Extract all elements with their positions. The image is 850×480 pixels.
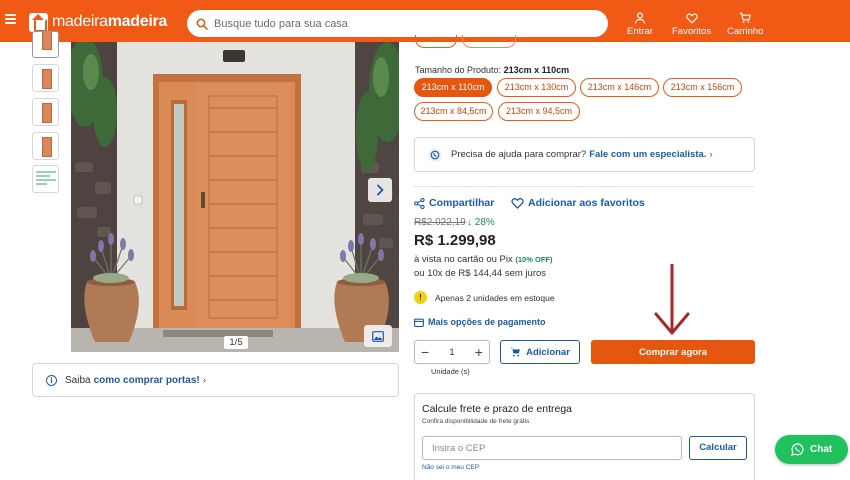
thumbnail[interactable] xyxy=(32,98,59,126)
site-logo[interactable]: madeiramadeira xyxy=(29,11,167,33)
chat-button[interactable]: Chat xyxy=(775,435,848,464)
how-to-buy-link[interactable]: como comprar portas! xyxy=(94,375,200,386)
chevron-right-icon: › xyxy=(202,374,207,386)
how-to-buy-banner[interactable]: i Saiba como comprar portas! › xyxy=(32,363,399,397)
thumbnail-spec-sheet[interactable] xyxy=(32,165,59,193)
login-button[interactable]: Entrar xyxy=(627,12,653,37)
variant-chip[interactable] xyxy=(415,35,457,48)
size-option[interactable]: 213cm x 94,5cm xyxy=(498,102,580,121)
unknown-cep-link[interactable]: Não sei o meu CEP xyxy=(422,464,479,471)
menu-icon[interactable] xyxy=(5,14,16,24)
image-counter: 1/5 xyxy=(224,336,248,349)
cash-payment-text: à vista no cartão ou Pix (10% OFF) xyxy=(414,254,553,265)
quantity-stepper[interactable]: − 1 + xyxy=(414,340,490,364)
increase-quantity-button[interactable]: + xyxy=(475,345,483,359)
arrow-down-icon: ↓ xyxy=(467,217,472,228)
installments-text: ou 10x de R$ 144,44 sem juros xyxy=(414,268,547,279)
size-option[interactable]: 213cm x 84,5cm xyxy=(414,102,493,121)
thumbnail[interactable] xyxy=(32,64,59,92)
cep-input[interactable] xyxy=(422,436,682,460)
decrease-quantity-button[interactable]: − xyxy=(421,345,429,359)
quantity-unit-label: Unidade (s) xyxy=(431,367,470,376)
size-option[interactable]: 213cm x 146cm xyxy=(580,78,659,97)
variant-chip[interactable] xyxy=(462,35,516,48)
cash-discount: (10% OFF) xyxy=(515,255,553,264)
old-price: R$2.022,19 xyxy=(414,217,466,228)
logo-house-icon xyxy=(29,12,48,32)
zoom-image-button[interactable] xyxy=(364,325,392,347)
calculate-button[interactable]: Calcular xyxy=(689,436,747,460)
share-icon xyxy=(414,197,425,209)
size-option[interactable]: 213cm x 130cm xyxy=(497,78,576,97)
discount-badge: ↓ 28% xyxy=(467,217,495,228)
favorites-button[interactable]: Favoritos xyxy=(672,12,711,37)
payment-options-link[interactable]: Mais opções de pagamento xyxy=(414,317,546,327)
shipping-calculator: Calcule frete e prazo de entrega Confira… xyxy=(414,393,755,480)
user-icon xyxy=(634,12,646,24)
specialist-link[interactable]: Fale com um especialista. xyxy=(589,149,706,160)
share-button[interactable]: Compartilhar xyxy=(414,197,494,209)
quantity-value: 1 xyxy=(449,346,455,358)
size-option[interactable]: 213cm x 110cm xyxy=(414,78,492,97)
divider xyxy=(414,186,755,187)
whatsapp-icon xyxy=(791,443,804,456)
info-icon: i xyxy=(46,374,57,386)
next-image-button[interactable] xyxy=(368,178,392,202)
current-price: R$ 1.299,98 xyxy=(414,232,496,249)
whatsapp-icon xyxy=(428,147,442,162)
size-label: Tamanho do Produto: 213cm x 110cm xyxy=(415,65,570,75)
heart-icon xyxy=(685,13,698,24)
search-icon xyxy=(196,18,208,30)
cart-icon xyxy=(510,347,520,357)
cart-icon xyxy=(740,12,752,23)
add-favorite-button[interactable]: Adicionar aos favoritos xyxy=(511,197,645,209)
thumbnail[interactable] xyxy=(32,132,59,160)
heart-icon xyxy=(511,198,524,209)
search-bar[interactable] xyxy=(187,10,608,37)
buy-now-button[interactable]: Comprar agora xyxy=(591,340,755,364)
thumbnail[interactable] xyxy=(32,31,59,58)
product-image[interactable] xyxy=(71,42,399,352)
image-icon xyxy=(372,330,384,342)
door-photo xyxy=(71,42,399,352)
chevron-right-icon xyxy=(377,184,384,196)
warning-icon: ! xyxy=(414,291,427,304)
chevron-right-icon: › xyxy=(709,149,713,160)
shipping-title: Calcule frete e prazo de entrega xyxy=(422,403,573,415)
annotation-arrow-down xyxy=(654,264,690,335)
add-to-cart-button[interactable]: Adicionar xyxy=(500,340,580,364)
search-input[interactable] xyxy=(214,17,594,30)
help-banner[interactable]: Precisa de ajuda para comprar? Fale com … xyxy=(414,137,755,172)
cart-button[interactable]: Carrinho xyxy=(727,12,763,37)
size-option[interactable]: 213cm x 156cm xyxy=(663,78,742,97)
shipping-subtitle: Confira disponibilidade de frete grátis xyxy=(422,418,530,425)
stock-notice: ! Apenas 2 unidades em estoque xyxy=(414,291,555,304)
calendar-icon xyxy=(414,318,424,327)
